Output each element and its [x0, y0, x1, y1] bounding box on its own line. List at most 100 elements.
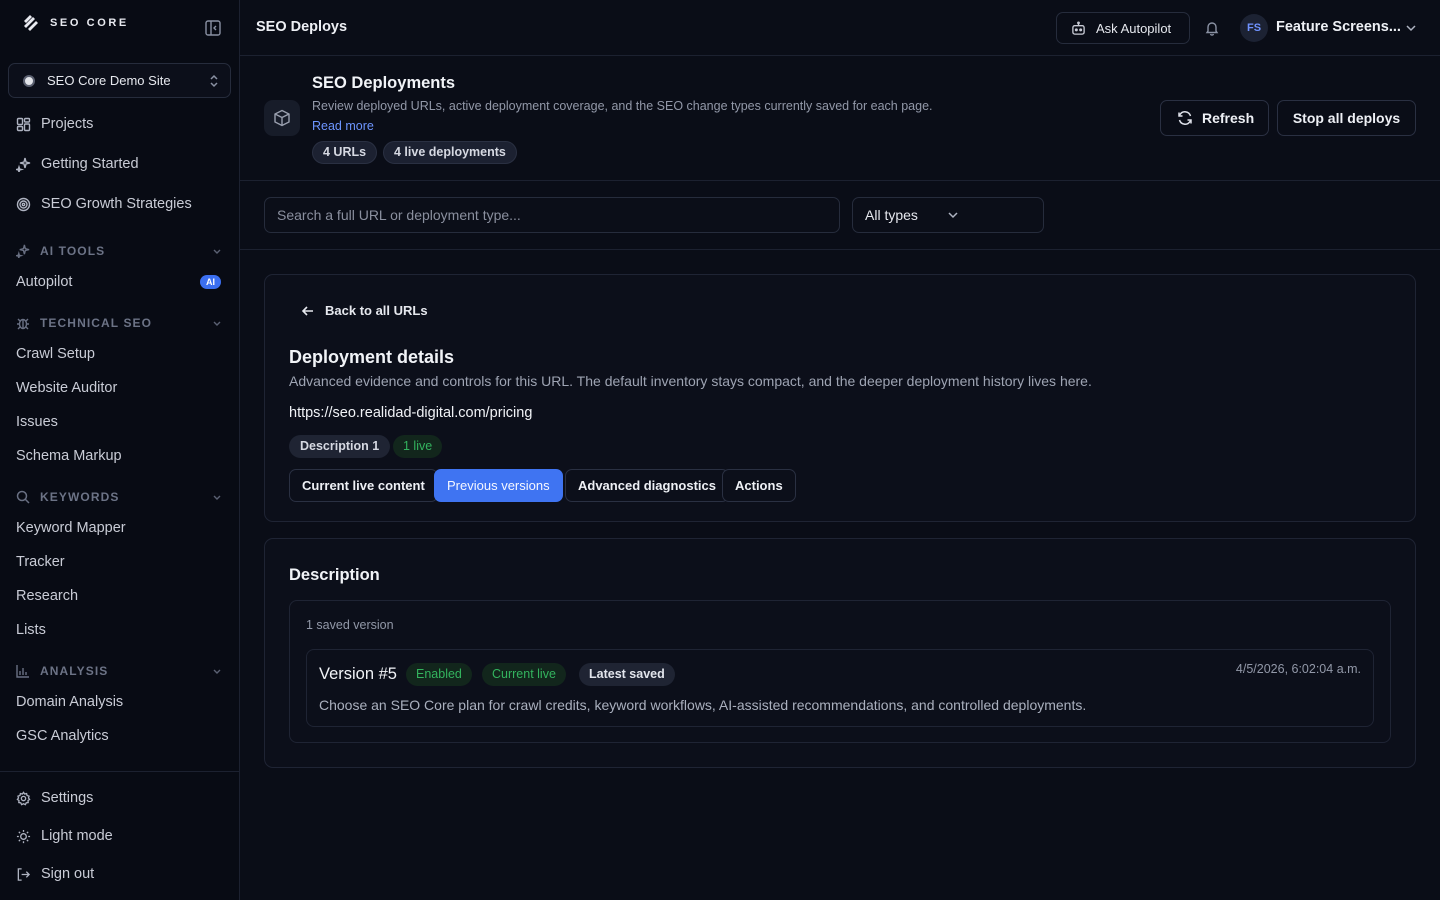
section-label: ANALYSIS [40, 664, 109, 678]
sidebar-item-label: Settings [41, 790, 94, 806]
logo-icon [22, 14, 40, 32]
top-bar: SEO Deploys Ask Autopilot FS Feature Scr… [240, 0, 1440, 56]
search-icon [16, 490, 30, 504]
sidebar-divider [0, 771, 239, 772]
current-live-badge: Current live [482, 663, 566, 686]
section-analysis[interactable]: ANALYSIS [16, 664, 222, 678]
sidebar-item-getting-started[interactable]: Getting Started [16, 156, 139, 172]
sidebar-item-seo-growth-strategies[interactable]: SEO Growth Strategies [16, 196, 192, 212]
sidebar-item-research[interactable]: Research [16, 588, 78, 604]
chevron-down-icon [947, 209, 1029, 221]
page-header: SEO Deployments Review deployed URLs, ac… [240, 56, 1440, 181]
chevron-down-icon [212, 666, 222, 676]
sidebar-item-issues[interactable]: Issues [16, 414, 58, 430]
sidebar-item-label: Sign out [41, 866, 95, 882]
ask-autopilot-label: Ask Autopilot [1096, 20, 1172, 36]
avatar[interactable]: FS [1240, 14, 1268, 42]
previous-versions-card: Description 1 saved version Version #5 E… [264, 538, 1416, 768]
section-technical-seo[interactable]: TECHNICAL SEO [16, 316, 222, 330]
sidebar-item-domain-analysis[interactable]: Domain Analysis [16, 694, 123, 710]
search-input[interactable] [264, 197, 840, 233]
sidebar-item-projects[interactable]: Projects [16, 116, 93, 132]
page-title: SEO Deploys [256, 19, 348, 35]
refresh-label: Refresh [1202, 110, 1255, 126]
urls-count-chip: 4 URLs [312, 141, 378, 164]
chevron-down-icon[interactable] [1405, 22, 1417, 34]
version-title: Version #5 [319, 665, 397, 683]
back-to-all-urls-link[interactable]: Back to all URLs [301, 303, 428, 318]
tab-advanced-diagnostics[interactable]: Advanced diagnostics [565, 469, 729, 502]
sidebar-item-label: Light mode [41, 828, 113, 844]
live-deployments-chip: 4 live deployments [383, 141, 517, 164]
section-title: SEO Deployments [312, 74, 456, 92]
robot-icon [1071, 20, 1086, 36]
sidebar-item-sign-out[interactable]: Sign out [16, 866, 94, 882]
section-label: KEYWORDS [40, 490, 120, 504]
tab-actions[interactable]: Actions [722, 469, 796, 502]
collapse-sidebar-icon[interactable] [204, 19, 222, 37]
bug-icon [16, 316, 30, 330]
saved-version-count: 1 saved version [306, 618, 394, 632]
stop-all-deploys-button[interactable]: Stop all deploys [1277, 100, 1416, 136]
sidebar-item-label: SEO Growth Strategies [41, 196, 192, 212]
sidebar-item-schema-markup[interactable]: Schema Markup [16, 448, 122, 464]
back-label: Back to all URLs [325, 303, 428, 318]
tab-current-live-content[interactable]: Current live content [289, 469, 438, 502]
versions-section-title: Description [289, 566, 380, 584]
chevron-down-icon [212, 492, 222, 502]
chevron-down-icon [212, 318, 222, 328]
sidebar-item-autopilot[interactable]: Autopilot [16, 274, 72, 290]
user-name[interactable]: Feature Screens... [1276, 19, 1401, 35]
filter-bar: All types [240, 181, 1440, 250]
brand[interactable]: SEO CORE [22, 14, 129, 32]
live-status-tag: 1 live [393, 435, 443, 458]
ai-badge: AI [200, 275, 221, 289]
version-item[interactable]: Version #5 Enabled Current live Latest s… [306, 649, 1374, 727]
details-description: Advanced evidence and controls for this … [289, 373, 1092, 389]
sidebar-item-label: Projects [41, 116, 94, 132]
enabled-badge: Enabled [406, 663, 472, 686]
brand-name: SEO CORE [50, 17, 129, 29]
type-filter-value: All types [865, 207, 918, 223]
sidebar-item-tracker[interactable]: Tracker [16, 554, 65, 570]
sidebar-item-website-auditor[interactable]: Website Auditor [16, 380, 117, 396]
details-title: Deployment details [289, 347, 455, 367]
gear-icon [16, 790, 31, 806]
site-favicon [23, 74, 35, 87]
refresh-button[interactable]: Refresh [1160, 100, 1269, 136]
cube-icon [273, 109, 291, 127]
chevron-down-icon [212, 246, 222, 256]
site-name: SEO Core Demo Site [47, 73, 171, 88]
deployment-details-card: Back to all URLs Deployment details Adva… [264, 274, 1416, 522]
section-keywords[interactable]: KEYWORDS [16, 490, 222, 504]
site-selector[interactable]: SEO Core Demo Site [8, 63, 231, 98]
sign-out-icon [16, 867, 31, 882]
type-filter-select[interactable]: All types [852, 197, 1044, 233]
sidebar-item-label: Getting Started [41, 156, 139, 172]
sidebar: SEO CORE SEO Core Demo Site Projects Get… [0, 0, 240, 900]
version-content: Choose an SEO Core plan for crawl credit… [319, 697, 1087, 713]
sidebar-item-keyword-mapper[interactable]: Keyword Mapper [16, 520, 126, 536]
version-timestamp: 4/5/2026, 6:02:04 a.m. [1235, 662, 1361, 676]
section-label: AI TOOLS [40, 244, 106, 258]
sparkle-icon [16, 157, 31, 172]
bar-chart-icon [16, 664, 30, 678]
sidebar-item-light-mode[interactable]: Light mode [16, 828, 113, 844]
versions-list: 1 saved version Version #5 Enabled Curre… [289, 600, 1391, 743]
read-more-link[interactable]: Read more [312, 119, 374, 133]
deployments-icon-box [264, 100, 300, 136]
section-description: Review deployed URLs, active deployment … [312, 99, 933, 113]
tab-previous-versions[interactable]: Previous versions [434, 469, 563, 502]
sidebar-item-settings[interactable]: Settings [16, 790, 93, 806]
bell-icon[interactable] [1204, 20, 1220, 36]
latest-saved-badge: Latest saved [579, 663, 675, 686]
target-icon [16, 197, 31, 212]
chevron-up-down-icon [208, 74, 220, 88]
section-ai-tools[interactable]: AI TOOLS [16, 244, 222, 258]
ask-autopilot-button[interactable]: Ask Autopilot [1056, 12, 1190, 44]
sidebar-item-crawl-setup[interactable]: Crawl Setup [16, 346, 95, 362]
sidebar-item-gsc-analytics[interactable]: GSC Analytics [16, 728, 109, 744]
section-label: TECHNICAL SEO [40, 316, 153, 330]
sidebar-item-lists[interactable]: Lists [16, 622, 46, 638]
deployment-type-tag: Description 1 [289, 435, 391, 458]
